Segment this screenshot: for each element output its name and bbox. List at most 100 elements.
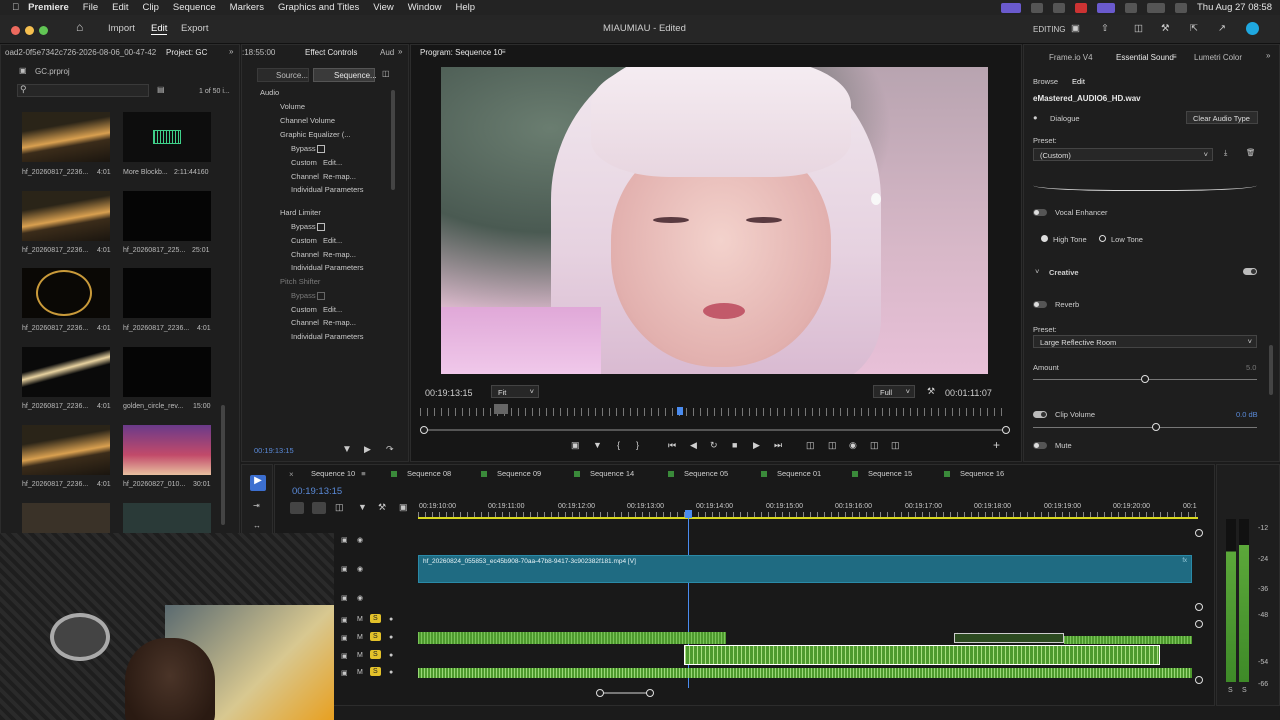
app-menu[interactable]: Premiere [28,2,69,13]
close-button[interactable] [11,26,20,35]
mini-timeline-ruler[interactable] [420,408,1008,416]
linked-selection-icon[interactable] [312,502,326,514]
menu-help[interactable]: Help [456,2,476,13]
creative-section-title[interactable]: Creative [1049,268,1079,277]
tab-frameio[interactable]: Frame.io V4 [1049,53,1093,62]
tab-essential-sound[interactable]: Essential Sound [1116,53,1174,62]
toggle-sync-lock-icon[interactable]: ▣ [341,669,348,677]
toggle-sync-lock-icon[interactable]: ▣ [341,565,348,573]
audio-clip-selected[interactable] [684,645,1160,665]
track-height-handle[interactable] [1195,676,1203,684]
selection-tool-icon[interactable]: ▶ [250,475,266,491]
eye-icon[interactable]: ◉ [357,594,363,602]
toggle-sync-lock-icon[interactable]: ▣ [341,634,348,642]
program-title[interactable]: Program: Sequence 10 [420,48,502,57]
mark-in-icon[interactable]: { [617,440,620,450]
battery-icon[interactable] [1146,2,1165,13]
clip-thumbnail[interactable] [22,112,110,162]
display-icon[interactable] [1096,2,1115,13]
wifi-icon[interactable] [1124,2,1137,13]
ripple-edit-icon[interactable]: ↔ [253,521,261,530]
playhead-head[interactable] [685,510,692,518]
audio-icon[interactable]: ◫ [891,440,900,451]
search-icon[interactable] [1174,2,1187,13]
clip-thumbnail[interactable] [123,191,211,241]
panel-more-icon[interactable]: » [1266,51,1270,60]
toggle-sync-lock-icon[interactable]: ▣ [341,652,348,660]
amount-slider-handle[interactable] [1141,375,1149,383]
track-height-handle[interactable] [1195,603,1203,611]
clip-volume-handle[interactable] [1152,423,1160,431]
bypass-checkbox[interactable] [317,145,325,153]
edit-button[interactable]: Edit... [323,236,342,245]
microphone-icon[interactable]: ● [389,616,393,623]
reverb-toggle[interactable] [1033,301,1047,308]
clip-thumbnail[interactable] [22,191,110,241]
vocal-enhancer-toggle[interactable] [1033,209,1047,216]
low-tone-radio[interactable] [1099,235,1106,242]
solo-track-button[interactable]: S [370,650,381,659]
overwrite-icon[interactable]: ◫ [828,440,837,451]
sequence-tab[interactable]: Sequence 14 [574,469,634,478]
toggle-timeline-icon[interactable]: ◫ [382,69,390,78]
clip-volume-slider[interactable] [1033,427,1257,428]
scrollbar[interactable] [391,90,395,190]
insert-icon[interactable]: ◫ [806,440,815,451]
menu-view[interactable]: View [373,2,393,13]
panel-more-icon[interactable]: » [229,47,233,56]
bypass-checkbox[interactable] [317,223,325,231]
gear-icon[interactable] [1030,2,1043,13]
tab-effect-controls[interactable]: Effect Controls [305,48,357,57]
fit-dropdown[interactable]: Fit ˅ [491,385,539,398]
menu-graphics[interactable]: Graphics and Titles [278,2,359,13]
clip-thumbnail[interactable] [22,347,110,397]
home-icon[interactable]: ⌂ [76,20,83,34]
reverb-preset-dropdown[interactable]: Large Reflective Room ˅ [1033,335,1257,348]
zoom-scrollbar[interactable] [424,429,1006,431]
microphone-icon[interactable]: ● [389,634,393,641]
mute-track-button[interactable]: M [357,616,363,623]
captions-icon[interactable]: ▣ [399,502,408,513]
video-clip[interactable]: hf_20260824_055853_ec45b908-70aa-47b8-94… [418,555,1192,583]
clip-thumbnail[interactable] [22,503,110,533]
ec-bottom-timecode[interactable]: 00:19:13:15 [254,446,294,455]
sequence-tab[interactable]: Sequence 15 [852,469,912,478]
audio-clip[interactable] [418,668,1192,678]
mark-out-icon[interactable]: } [636,440,639,450]
add-button-icon[interactable]: + [993,438,1000,452]
graphic-eq-row[interactable]: Graphic Equalizer (... [280,130,350,139]
clip-thumbnail[interactable] [22,268,110,318]
sequence-tab-active[interactable]: Sequence 10 ≡ [311,469,366,478]
track-height-handle[interactable] [1195,620,1203,628]
cloud-icon[interactable] [1052,2,1065,13]
menu-sequence[interactable]: Sequence [173,2,216,13]
mute-track-button[interactable]: M [357,669,363,676]
eye-icon[interactable]: ◉ [357,536,363,544]
microphone-icon[interactable]: ● [389,669,393,676]
audio-clip[interactable] [1064,636,1192,644]
delete-preset-icon[interactable]: 🗑 [1246,148,1256,157]
chevron-down-icon[interactable]: ˅ [1035,267,1039,276]
track-height-handle[interactable] [1195,529,1203,537]
loop-icon[interactable]: ↻ [710,440,718,451]
bypass-checkbox[interactable] [317,292,325,300]
panel-menu-icon[interactable]: ≡ [1172,52,1177,61]
clip-volume-value[interactable]: 0.0 dB [1236,410,1258,419]
menu-file[interactable]: File [83,2,98,13]
screen-icon[interactable] [1000,2,1021,13]
snap-icon[interactable] [290,502,304,514]
fullscreen-icon[interactable]: ↗ [1218,23,1226,34]
clip-thumbnail[interactable] [123,347,211,397]
wrench-icon[interactable]: ⚒ [378,502,386,513]
mute-track-button[interactable]: M [357,634,363,641]
sequence-tab[interactable]: Sequence 16 [944,469,1004,478]
tab-audio[interactable]: Aud [380,48,394,57]
preset-dropdown[interactable]: (Custom) ˅ [1033,148,1213,161]
settings-wrench-icon[interactable]: ⚒ [927,386,935,397]
solo-track-button[interactable]: S [370,614,381,623]
toggle-sync-lock-icon[interactable]: ▣ [341,616,348,624]
go-to-in-icon[interactable]: ⏮ [668,440,676,451]
panel-more-icon[interactable]: » [398,47,402,56]
scroll-handle-left[interactable] [596,689,604,697]
timeline-close-icon[interactable]: × [289,470,294,479]
